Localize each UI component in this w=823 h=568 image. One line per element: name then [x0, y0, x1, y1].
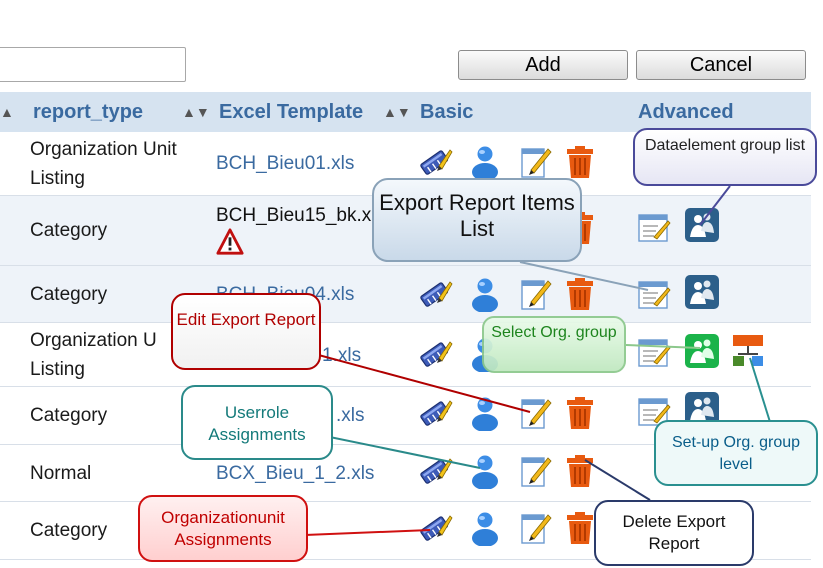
table-header: ▲ report_type ▲▼ Excel Template ▲▼ Basic… [0, 92, 811, 132]
add-button[interactable]: Add [458, 50, 628, 80]
column-header-basic: Basic [420, 101, 474, 123]
edit-icon[interactable] [517, 395, 553, 431]
column-header-excel-template[interactable]: Excel Template [219, 92, 363, 132]
callout-select-org-group: Select Org. group [482, 316, 626, 373]
callout-organizationunit-assignments: Organizationunit Assignments [138, 495, 308, 562]
delete-trash-icon[interactable] [562, 276, 598, 312]
userrole-icon[interactable] [467, 276, 503, 312]
column-header-report-type[interactable]: report_type [33, 92, 143, 132]
report-type-cell: Category [30, 220, 108, 241]
items-list-icon[interactable] [636, 276, 672, 312]
report-type-cell: Category [30, 284, 108, 305]
excel-template-link[interactable]: 1.xls [322, 341, 361, 370]
userrole-icon[interactable] [467, 453, 503, 489]
cancel-button[interactable]: Cancel [636, 50, 806, 80]
edit-icon[interactable] [517, 276, 553, 312]
report-type-cell: Organization Unit Listing [30, 139, 177, 189]
table-row: Organization U Listing 1.xls [0, 323, 811, 387]
report-type-cell: Normal [30, 463, 92, 484]
orgunit-assign-icon[interactable] [417, 144, 453, 180]
report-type-cell: Organization U Listing [30, 330, 157, 380]
edit-icon[interactable] [517, 510, 553, 546]
edit-icon[interactable] [517, 144, 553, 180]
orgunit-assign-icon[interactable] [417, 336, 453, 372]
orgunit-assign-icon[interactable] [417, 510, 453, 546]
delete-trash-icon[interactable] [562, 510, 598, 546]
edit-icon[interactable] [517, 453, 553, 489]
delete-trash-icon[interactable] [562, 453, 598, 489]
column-header-advanced: Advanced [638, 101, 734, 123]
items-list-icon[interactable] [636, 209, 672, 245]
orgunit-assign-icon[interactable] [417, 395, 453, 431]
excel-template-link[interactable]: BCH_Bieu01.xls [216, 149, 354, 178]
sort-icon[interactable]: ▲▼ [383, 92, 411, 132]
callout-userrole-assignments: Userrole Assignments [181, 385, 333, 460]
userrole-icon[interactable] [467, 395, 503, 431]
userrole-icon[interactable] [467, 144, 503, 180]
table-row: Category BCH_Bieu04.xls [0, 266, 811, 323]
excel-template-link[interactable]: .xls [336, 401, 365, 430]
orgunit-assign-icon[interactable] [417, 276, 453, 312]
dataelement-group-icon[interactable] [684, 207, 720, 243]
callout-delete-export-report: Delete Export Report [594, 500, 754, 566]
delete-trash-icon[interactable] [562, 144, 598, 180]
warning-icon [216, 228, 244, 256]
report-type-cell: Category [30, 520, 108, 541]
userrole-icon[interactable] [467, 510, 503, 546]
org-group-level-icon[interactable] [730, 332, 766, 368]
sort-icon[interactable]: ▲▼ [182, 92, 210, 132]
delete-trash-icon[interactable] [562, 395, 598, 431]
callout-export-report-items-list: Export Report Items List [372, 178, 582, 262]
dataelement-group-icon[interactable] [684, 274, 720, 310]
sort-up-icon[interactable]: ▲ [0, 92, 14, 132]
callout-setup-org-group-level: Set-up Org. group level [654, 420, 818, 486]
orgunit-assign-icon[interactable] [417, 453, 453, 489]
callout-edit-export-report: Edit Export Report [171, 293, 321, 370]
excel-template-link[interactable]: BCH_Bieu15_bk.xls [216, 201, 385, 230]
excel-template-link[interactable]: BCX_Bieu_1_2.xls [216, 459, 374, 488]
items-list-icon[interactable] [636, 334, 672, 370]
select-org-group-icon[interactable] [684, 333, 720, 369]
report-type-cell: Category [30, 405, 108, 426]
callout-dataelement-group-list: Dataelement group list [633, 128, 817, 186]
search-input[interactable] [0, 47, 186, 82]
